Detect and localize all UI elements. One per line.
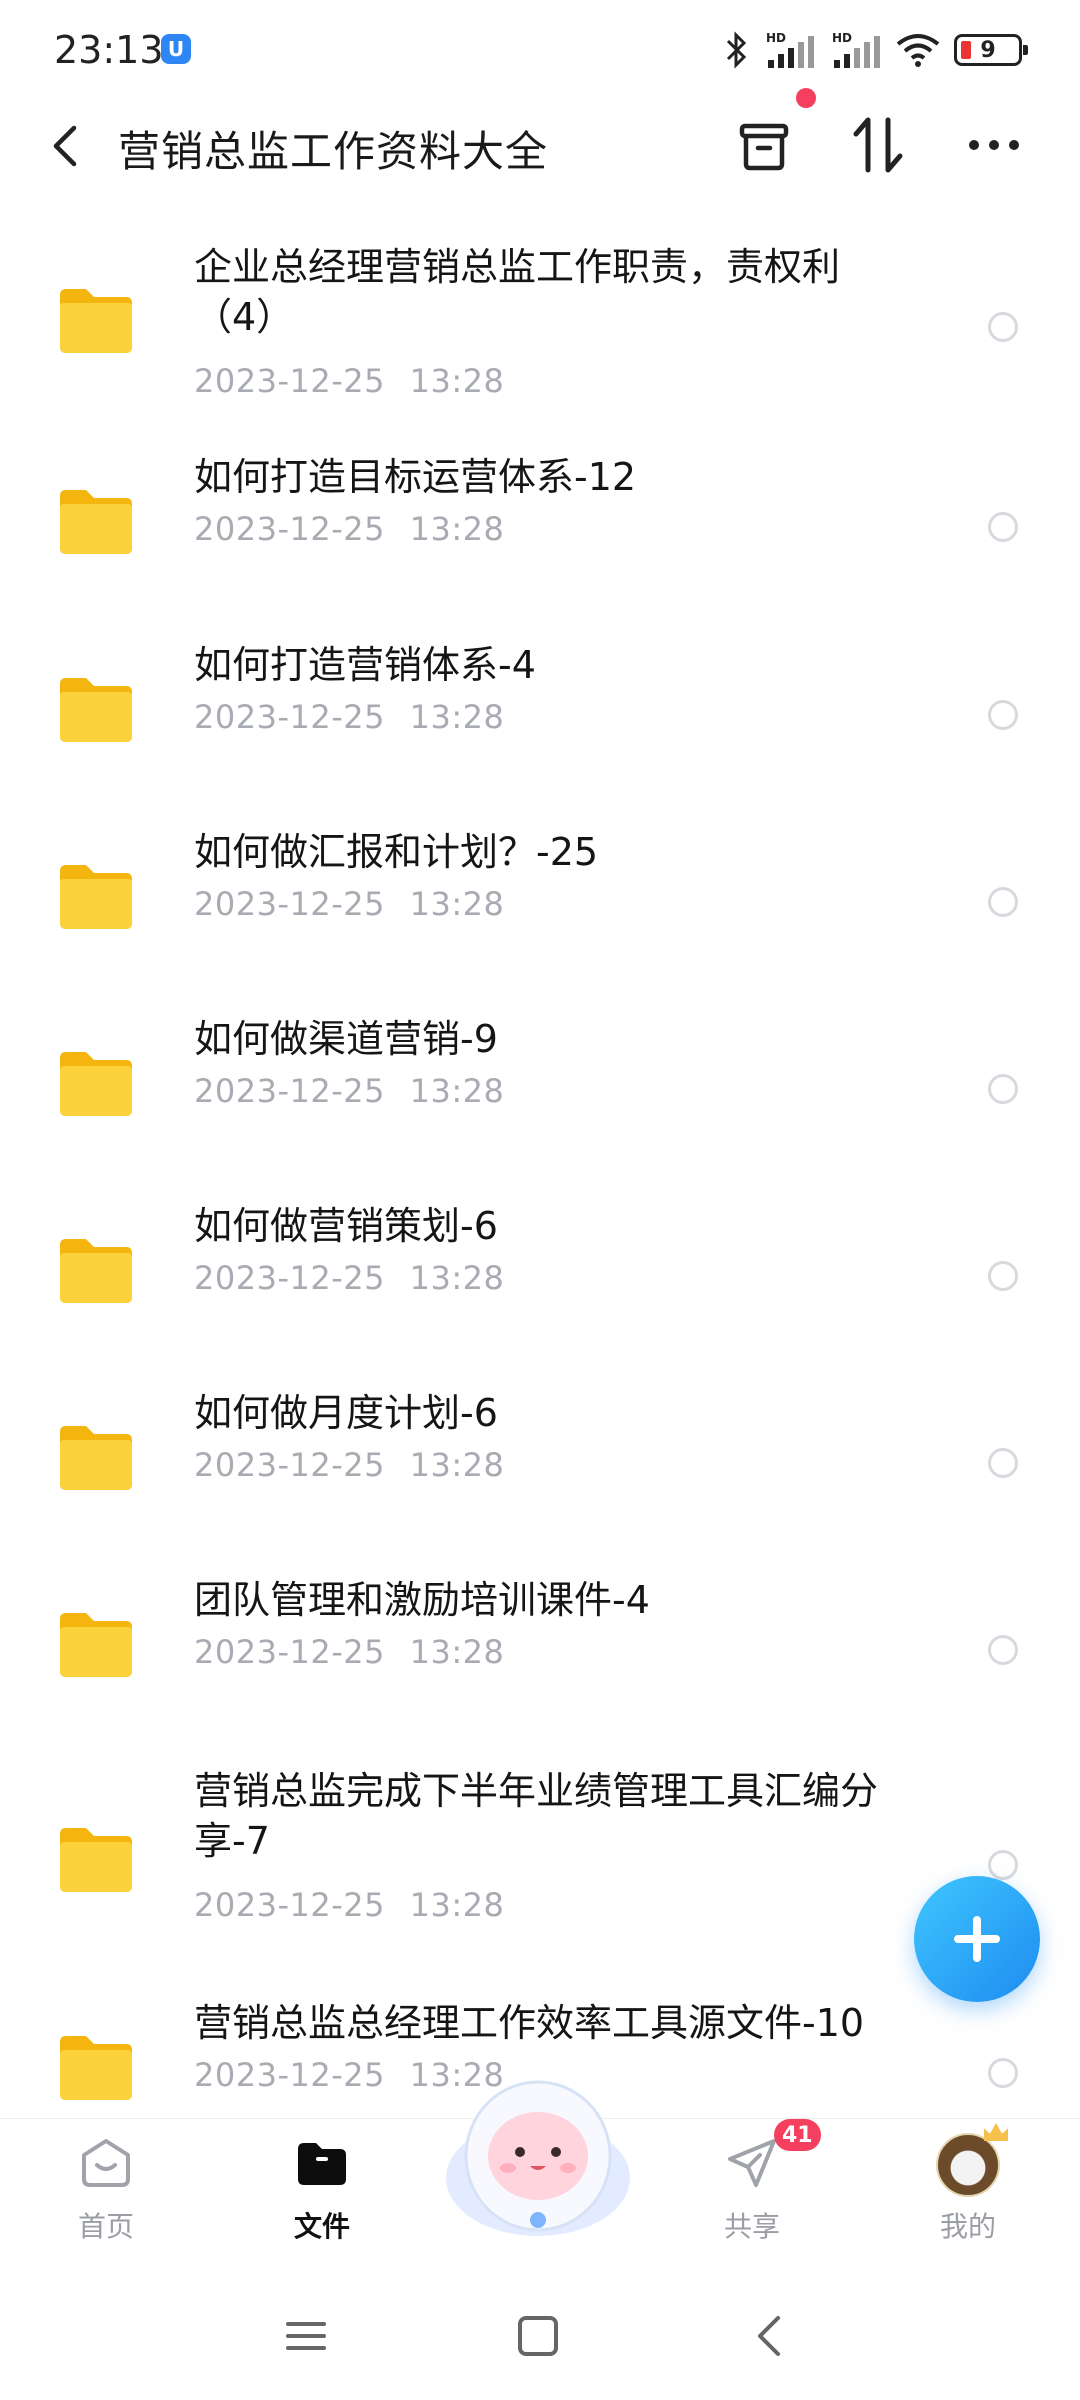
file-name: 营销总监总经理工作效率工具源文件-10	[194, 2001, 865, 2045]
folder-icon	[60, 289, 132, 353]
folder-icon	[60, 2036, 132, 2100]
folder-icon	[60, 1239, 132, 1303]
battery-icon: 9	[954, 34, 1028, 66]
list-item[interactable]: 团队管理和激励培训课件-4 2023-12-25 13:28	[0, 1575, 1080, 1725]
list-item[interactable]: 如何做汇报和计划？-25 2023-12-25 13:28	[0, 827, 1080, 977]
select-radio[interactable]	[988, 312, 1018, 342]
svg-text:HD: HD	[832, 31, 852, 45]
file-time: 2023-12-25 13:28	[194, 362, 505, 400]
file-time: 2023-12-25 13:28	[194, 1446, 505, 1484]
file-name: 团队管理和激励培训课件-4	[194, 1578, 650, 1622]
select-radio[interactable]	[988, 1635, 1018, 1665]
file-time: 2023-12-25 13:28	[194, 698, 505, 736]
file-name: 如何打造营销体系-4	[194, 643, 536, 687]
list-item[interactable]: 如何做渠道营销-9 2023-12-25 13:28	[0, 1014, 1080, 1164]
back-icon[interactable]	[44, 122, 88, 170]
nav-files[interactable]: 文件	[252, 2119, 392, 2269]
file-name: 如何做渠道营销-9	[194, 1017, 498, 1061]
select-radio[interactable]	[988, 700, 1018, 730]
svg-text:HD: HD	[766, 31, 786, 45]
select-radio[interactable]	[988, 512, 1018, 542]
list-item[interactable]: 如何做营销策划-6 2023-12-25 13:28	[0, 1201, 1080, 1351]
nav-share[interactable]: 41 共享	[682, 2119, 822, 2269]
folder-icon	[60, 1828, 132, 1892]
archive-icon[interactable]	[736, 118, 792, 174]
select-radio[interactable]	[988, 1074, 1018, 1104]
list-item[interactable]: 企业总经理营销总监工作职责，责权利 （4） 2023-12-25 13:28	[0, 230, 1080, 420]
signal-1-icon: HD	[766, 31, 814, 68]
share-icon	[728, 2139, 776, 2187]
select-radio[interactable]	[988, 2058, 1018, 2088]
file-name: 企业总经理营销总监工作职责，责权利 （4）	[194, 245, 841, 339]
more-icon[interactable]	[966, 130, 1022, 160]
nav-home-label: 首页	[77, 2210, 134, 2243]
file-time: 2023-12-25 13:28	[194, 510, 505, 548]
folder-icon	[60, 678, 132, 742]
file-name: 如何做月度计划-6	[194, 1391, 498, 1435]
nav-mine[interactable]: 我的	[898, 2119, 1038, 2269]
select-radio[interactable]	[988, 1448, 1018, 1478]
nav-files-label: 文件	[293, 2210, 350, 2243]
header: 营销总监工作资料大全	[0, 88, 1080, 190]
file-name: 如何做营销策划-6	[194, 1204, 498, 1248]
list-item[interactable]: 如何打造目标运营体系-12 2023-12-25 13:28	[0, 452, 1080, 602]
status-bar: 23:13 U HD HD 9	[0, 0, 1080, 100]
sort-icon[interactable]	[852, 114, 904, 176]
system-nav-bar	[0, 2278, 1080, 2400]
file-time: 2023-12-25 13:28	[194, 1633, 505, 1671]
nav-home[interactable]: 首页	[36, 2119, 176, 2269]
system-home-icon[interactable]	[518, 2316, 558, 2356]
folder-icon	[60, 1613, 132, 1677]
file-name: 如何做汇报和计划？-25	[194, 830, 599, 874]
wifi-icon	[896, 34, 940, 67]
file-name: 营销总监完成下半年业绩管理工具汇编分 享-7	[194, 1769, 879, 1863]
select-radio[interactable]	[988, 887, 1018, 917]
folder-icon	[60, 490, 132, 554]
status-icons: HD HD 9	[724, 30, 1028, 70]
folder-icon	[60, 865, 132, 929]
files-icon	[298, 2143, 346, 2185]
crown-icon	[984, 2123, 1008, 2141]
page-title: 营销总监工作资料大全	[118, 127, 549, 176]
select-radio[interactable]	[988, 1261, 1018, 1291]
folder-icon	[60, 1426, 132, 1490]
folder-icon	[60, 1052, 132, 1116]
share-badge: 41	[774, 2119, 821, 2151]
signal-2-icon: HD	[832, 31, 880, 68]
list-item[interactable]: 如何打造营销体系-4 2023-12-25 13:28	[0, 640, 1080, 790]
app-notification-icon: U	[161, 34, 191, 64]
system-back-icon[interactable]	[754, 2314, 784, 2358]
file-time: 2023-12-25 13:28	[194, 1886, 505, 1924]
file-time: 2023-12-25 13:28	[194, 1072, 505, 1110]
nav-mine-label: 我的	[939, 2210, 996, 2243]
avatar	[936, 2133, 1000, 2197]
recent-apps-icon[interactable]	[286, 2318, 326, 2354]
notification-dot	[796, 88, 816, 108]
status-time: 23:13	[54, 28, 164, 72]
file-name: 如何打造目标运营体系-12	[194, 455, 637, 499]
mascot-icon[interactable]	[438, 2060, 638, 2246]
file-time: 2023-12-25 13:28	[194, 1259, 505, 1297]
add-button[interactable]	[914, 1876, 1040, 2002]
select-radio[interactable]	[988, 1850, 1018, 1880]
home-icon	[82, 2139, 130, 2187]
nav-share-label: 共享	[723, 2210, 780, 2243]
bluetooth-icon	[726, 31, 747, 69]
file-time: 2023-12-25 13:28	[194, 885, 505, 923]
list-item[interactable]: 如何做月度计划-6 2023-12-25 13:28	[0, 1388, 1080, 1538]
